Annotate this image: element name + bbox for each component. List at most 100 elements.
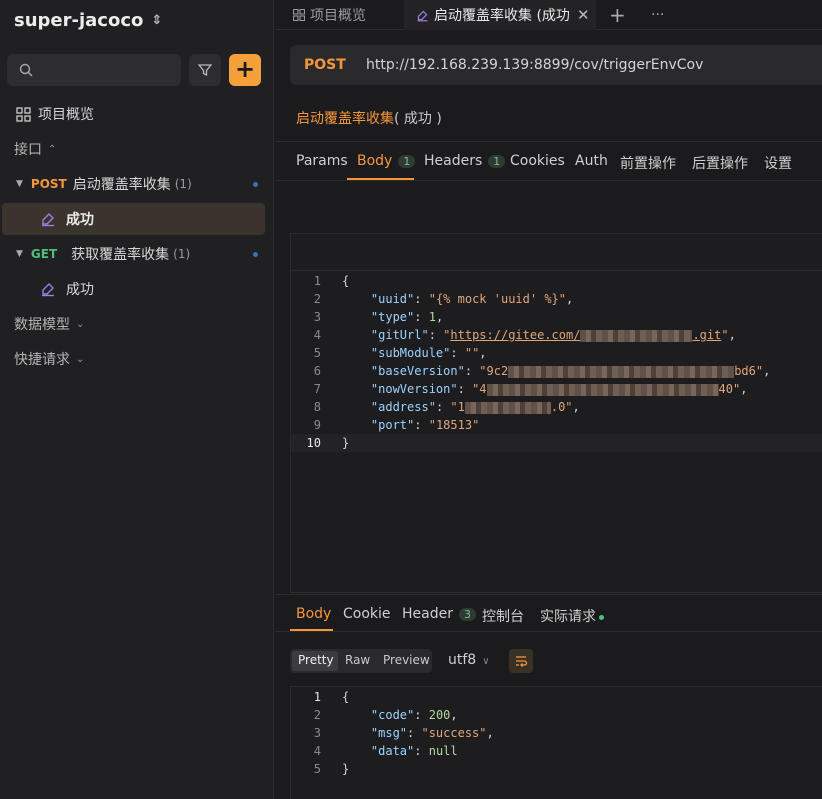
- code-line: "code": 200,: [370, 708, 458, 722]
- encoding-select[interactable]: utf8 ∨: [448, 652, 490, 668]
- tab-response-body[interactable]: Body: [296, 606, 331, 622]
- tab-auth[interactable]: Auth: [575, 153, 608, 169]
- api-name: 启动覆盖率收集: [72, 177, 171, 193]
- redacted-text: [486, 383, 719, 396]
- tab-params[interactable]: Params: [296, 153, 348, 169]
- response-tabs: Body Cookie Header 3 控制台 实际请求: [275, 594, 822, 632]
- chevron-up-icon: ⌃: [48, 143, 57, 155]
- url-input[interactable]: http://192.168.239.139:8899/cov/triggerE…: [366, 57, 703, 73]
- tab-settings[interactable]: 设置: [764, 153, 792, 173]
- case-icon: [42, 213, 54, 227]
- section-label: 数据模型: [14, 317, 70, 333]
- tab-label: 项目概览: [310, 8, 366, 24]
- format-pretty-button[interactable]: Pretty: [298, 653, 334, 667]
- case-count: (1): [174, 177, 192, 191]
- project-name: super-jacoco: [14, 10, 144, 31]
- api-title: 启动覆盖率收集: [296, 111, 394, 127]
- tab-body[interactable]: Body 1: [357, 153, 416, 169]
- more-tabs-button[interactable]: ···: [651, 0, 664, 30]
- caret-down-icon: ▼: [16, 179, 23, 189]
- sidebar-item-case-success-2[interactable]: 成功: [0, 274, 274, 304]
- tab-response-cookie[interactable]: Cookie: [343, 606, 391, 622]
- code-line: "uuid": "{% mock 'uuid' %}",: [370, 292, 574, 306]
- tab-post-actions[interactable]: 后置操作: [692, 153, 748, 173]
- filter-button[interactable]: [189, 54, 221, 86]
- method-badge-get: GET: [30, 247, 58, 261]
- tab-label: Headers: [424, 153, 483, 169]
- tab-pre-actions[interactable]: 前置操作: [620, 153, 676, 173]
- chevron-down-icon: ∨: [482, 656, 490, 667]
- grid-icon: [16, 106, 31, 122]
- code-line: "data": null: [370, 744, 458, 758]
- sidebar-item-api-post[interactable]: ▼ POST 启动覆盖率收集 (1): [0, 169, 274, 199]
- search-icon: [19, 63, 33, 77]
- tab-response-header[interactable]: Header 3: [402, 606, 476, 622]
- code-line: }: [342, 762, 350, 776]
- code-line: "msg": "success",: [370, 726, 494, 740]
- request-body-editor[interactable]: 1 2 3 4 5 6 7 8 9 10 { "uuid": "{% mock …: [290, 233, 822, 593]
- sidebar: super-jacoco ⇕ + 项目概览 接口 ⌃ ▼ POST 启动覆盖率收…: [0, 0, 274, 799]
- close-icon[interactable]: ✕: [577, 6, 590, 24]
- tab-label: 启动覆盖率收集 (成功: [434, 8, 569, 24]
- count-badge: 3: [458, 608, 476, 621]
- count-badge: 1: [398, 155, 416, 168]
- add-button[interactable]: +: [229, 54, 261, 86]
- code-line: }: [342, 436, 350, 450]
- status-dot: [253, 251, 258, 257]
- format-raw-button[interactable]: Raw: [345, 653, 370, 667]
- status-dot: [599, 614, 604, 620]
- format-preview-button[interactable]: Preview: [383, 653, 430, 667]
- section-label: 快捷请求: [14, 352, 70, 368]
- search-input[interactable]: [7, 54, 181, 86]
- editor-toolbar: [291, 234, 822, 271]
- tab-cookies[interactable]: Cookies: [510, 153, 565, 169]
- redacted-text: [508, 365, 735, 378]
- sidebar-section-quick-requests[interactable]: 快捷请求 ⌄: [0, 344, 274, 374]
- code-line: {: [342, 274, 350, 288]
- code-line: "port": "18513": [370, 418, 480, 432]
- case-icon: [42, 283, 54, 297]
- sidebar-item-label: 项目概览: [38, 107, 94, 123]
- chevron-down-icon: ⌄: [76, 353, 85, 365]
- case-suffix: ( 成功 ): [394, 111, 442, 127]
- code-line: "gitUrl": "https://gitee.com/.git",: [370, 328, 736, 342]
- response-body-viewer[interactable]: 1 2 3 4 5 { "code": 200, "msg": "success…: [290, 686, 822, 799]
- tab-actual-request[interactable]: 实际请求: [540, 606, 604, 626]
- count-badge: 1: [488, 155, 506, 168]
- caret-down-icon: ▼: [16, 249, 23, 259]
- code-line: {: [342, 690, 350, 704]
- active-tab-indicator: [347, 178, 414, 180]
- code-line: "baseVersion": "9c2 bd6",: [370, 364, 771, 378]
- encoding-value: utf8: [448, 652, 477, 668]
- tab-label: Body: [357, 153, 393, 169]
- code-line: "nowVersion": "4 40",: [370, 382, 748, 396]
- section-label: 接口: [14, 142, 42, 158]
- case-label: 成功: [66, 282, 94, 298]
- wrap-lines-button[interactable]: [509, 649, 533, 673]
- sidebar-item-api-get[interactable]: ▼ GET 获取覆盖率收集 (1): [0, 239, 274, 269]
- tab-project-overview[interactable]: 项目概览: [293, 0, 366, 30]
- sidebar-section-data-models[interactable]: 数据模型 ⌄: [0, 309, 274, 339]
- active-tab-indicator: [290, 629, 333, 631]
- tab-api-case[interactable]: 启动覆盖率收集 (成功 ✕: [404, 0, 596, 30]
- case-icon: [417, 10, 428, 21]
- grid-icon: [293, 9, 305, 21]
- tab-label: 实际请求: [540, 609, 596, 625]
- tab-headers[interactable]: Headers 1: [424, 153, 506, 169]
- wrap-icon: [516, 656, 528, 667]
- chevron-down-icon: ⌄: [76, 318, 85, 330]
- sidebar-item-case-success-1[interactable]: 成功: [2, 203, 265, 235]
- new-tab-button[interactable]: +: [609, 0, 626, 30]
- case-label: 成功: [66, 212, 94, 228]
- sidebar-section-interfaces[interactable]: 接口 ⌃: [0, 134, 274, 164]
- request-tabs: Params Body 1 Headers 1 Cookies Auth 前置操作 …: [275, 141, 822, 181]
- api-name: 获取覆盖率收集: [71, 247, 170, 263]
- sidebar-item-overview[interactable]: 项目概览: [0, 99, 274, 129]
- filter-icon: [198, 64, 212, 77]
- url-bar[interactable]: POST http://192.168.239.139:8899/cov/tri…: [290, 45, 822, 85]
- tab-console[interactable]: 控制台: [482, 606, 524, 626]
- request-method-select[interactable]: POST: [304, 57, 346, 73]
- project-switcher[interactable]: super-jacoco ⇕: [14, 10, 162, 31]
- format-switcher: Pretty Raw Preview: [290, 649, 432, 673]
- code-line: "type": 1,: [370, 310, 444, 324]
